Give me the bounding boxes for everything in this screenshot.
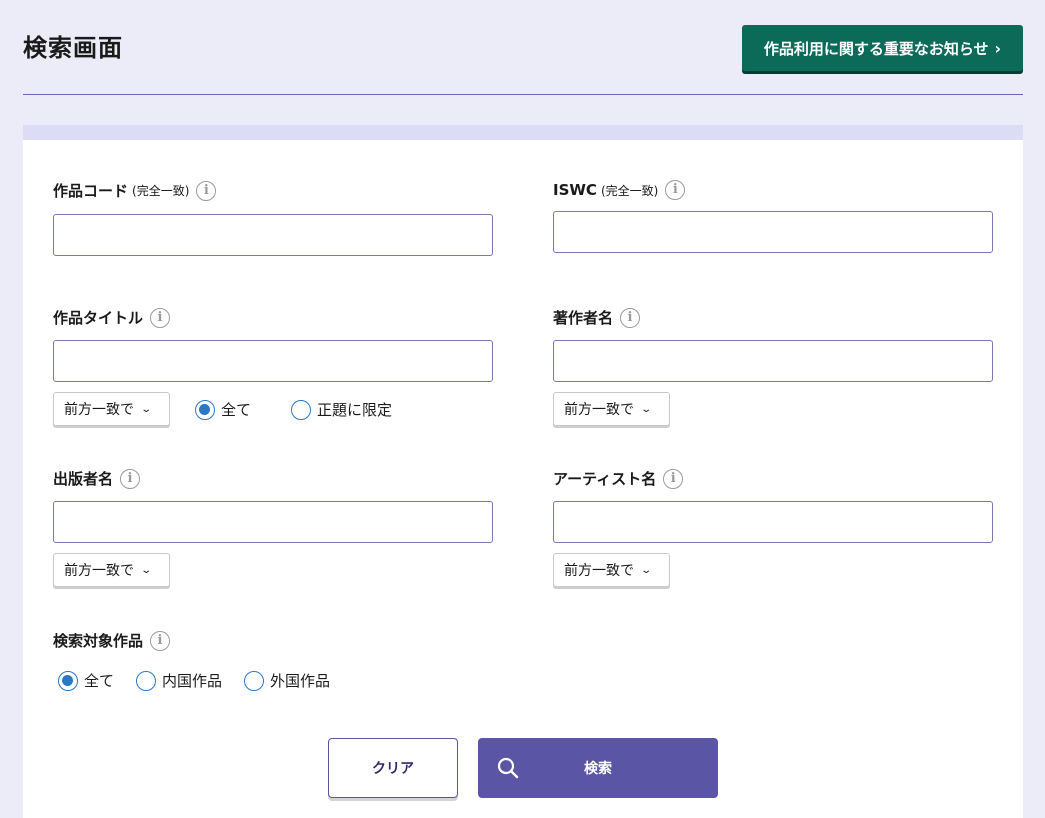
search-target-label-text: 検索対象作品	[53, 632, 144, 650]
radio-label: 全て	[221, 401, 252, 419]
notice-button-label: 作品利用に関する重要なお知らせ	[763, 39, 989, 58]
clear-button[interactable]: クリア	[328, 738, 458, 798]
chevron-down-icon: ⌄	[640, 403, 653, 415]
work-title-input[interactable]	[53, 340, 493, 382]
author-label: 著作者名 i	[553, 307, 641, 328]
info-icon[interactable]: i	[663, 468, 684, 489]
search-target-group: 全て 内国作品 外国作品	[58, 670, 352, 691]
search-button-label: 検索	[584, 761, 612, 777]
chevron-right-icon: ›	[994, 38, 1002, 58]
work-code-label-text: 作品コード	[53, 182, 129, 200]
radio-label: 内国作品	[162, 672, 223, 690]
radio-unchecked-icon	[291, 399, 312, 420]
publisher-match-select[interactable]: 前方一致で ⌄	[53, 553, 170, 587]
chevron-down-icon: ⌄	[140, 564, 153, 576]
iswc-note: (完全一致)	[600, 183, 659, 198]
work-code-input[interactable]	[53, 214, 493, 256]
artist-label: アーティスト名 i	[553, 468, 684, 489]
chevron-down-icon: ⌄	[140, 403, 153, 415]
radio-target-all[interactable]: 全て	[58, 670, 114, 691]
info-icon[interactable]: i	[196, 180, 217, 201]
info-icon[interactable]: i	[150, 630, 171, 651]
publisher-input[interactable]	[53, 501, 493, 543]
work-code-label: 作品コード (完全一致) i	[53, 180, 217, 201]
panel-header-band	[23, 125, 1023, 140]
search-target-label: 検索対象作品 i	[53, 630, 171, 651]
artist-input[interactable]	[553, 501, 993, 543]
page-title: 検索画面	[23, 34, 123, 62]
page-header: 検索画面 作品利用に関する重要なお知らせ ›	[23, 0, 1023, 95]
info-icon[interactable]: i	[120, 468, 141, 489]
artist-match-select[interactable]: 前方一致で ⌄	[553, 553, 670, 587]
info-icon[interactable]: i	[150, 307, 171, 328]
radio-title-scope-all[interactable]: 全て	[195, 399, 251, 420]
artist-match-value: 前方一致で	[564, 563, 634, 579]
info-icon[interactable]: i	[665, 180, 686, 200]
search-icon	[497, 757, 519, 779]
publisher-match-value: 前方一致で	[64, 563, 134, 579]
iswc-label-text: ISWC	[553, 181, 597, 199]
chevron-down-icon: ⌄	[640, 564, 653, 576]
work-title-label-text: 作品タイトル	[53, 309, 144, 327]
work-title-scope-group: 全て 正題に限定	[195, 399, 414, 420]
radio-title-scope-main[interactable]: 正題に限定	[291, 399, 392, 420]
radio-checked-icon	[195, 399, 215, 420]
search-button[interactable]: 検索	[478, 738, 718, 798]
iswc-input[interactable]	[553, 211, 993, 253]
author-match-select[interactable]: 前方一致で ⌄	[553, 392, 670, 426]
author-label-text: 著作者名	[553, 309, 614, 327]
radio-label: 正題に限定	[317, 401, 393, 419]
work-title-label: 作品タイトル i	[53, 307, 171, 328]
work-code-note: (完全一致)	[132, 184, 190, 198]
iswc-label: ISWC (完全一致) i	[553, 180, 686, 200]
work-title-match-select[interactable]: 前方一致で ⌄	[53, 392, 170, 426]
radio-unchecked-icon	[244, 670, 265, 691]
radio-checked-icon	[58, 670, 78, 691]
radio-unchecked-icon	[136, 670, 157, 691]
radio-label: 全て	[84, 672, 115, 690]
artist-label-text: アーティスト名	[553, 470, 657, 488]
radio-label: 外国作品	[270, 672, 331, 690]
publisher-label: 出版者名 i	[53, 468, 141, 489]
radio-target-foreign[interactable]: 外国作品	[244, 670, 330, 691]
author-match-value: 前方一致で	[564, 402, 634, 418]
publisher-label-text: 出版者名	[53, 470, 114, 488]
important-notice-button[interactable]: 作品利用に関する重要なお知らせ ›	[742, 25, 1023, 71]
work-title-match-value: 前方一致で	[64, 402, 134, 418]
search-panel: 作品コード (完全一致) i ISWC (完全一致) i 作品タイトル i 前方…	[23, 125, 1023, 818]
radio-target-domestic[interactable]: 内国作品	[136, 670, 222, 691]
info-icon[interactable]: i	[620, 307, 641, 328]
author-input[interactable]	[553, 340, 993, 382]
